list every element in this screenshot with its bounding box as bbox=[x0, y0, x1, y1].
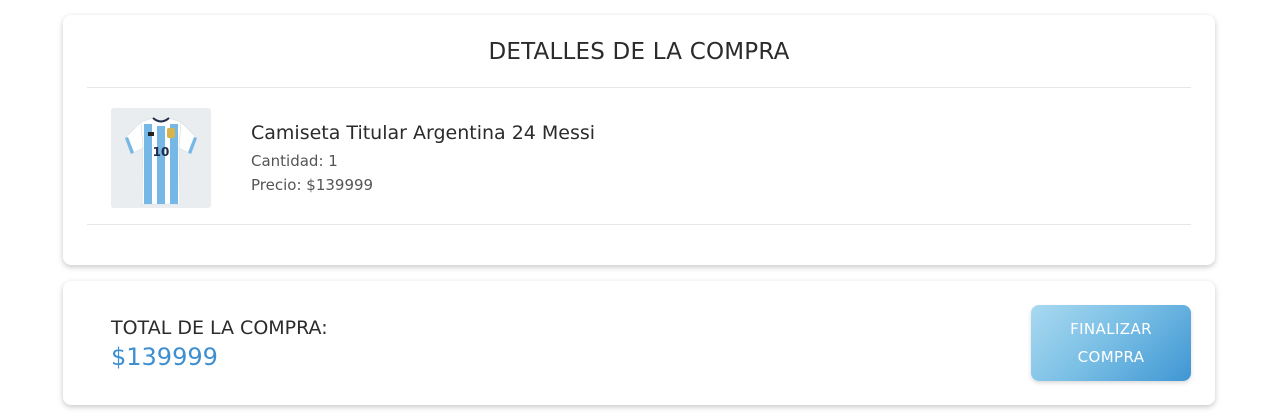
purchase-total-card: TOTAL DE LA COMPRA: $139999 FINALIZAR CO… bbox=[63, 281, 1215, 405]
purchase-details-title: DETALLES DE LA COMPRA bbox=[488, 39, 790, 65]
crest bbox=[167, 128, 175, 138]
divider bbox=[87, 87, 1191, 88]
product-name: Camiseta Titular Argentina 24 Messi bbox=[251, 122, 596, 144]
jersey-number: 10 bbox=[153, 145, 170, 159]
quantity-label: Cantidad: bbox=[251, 152, 324, 170]
total-value: $139999 bbox=[111, 343, 218, 371]
product-quantity: Cantidad: 1 bbox=[251, 152, 338, 170]
finalize-purchase-button[interactable]: FINALIZAR COMPRA bbox=[1031, 305, 1191, 381]
product-price: Precio: $139999 bbox=[251, 176, 373, 194]
divider bbox=[87, 224, 1191, 225]
price-value: $139999 bbox=[306, 176, 374, 194]
argentina-jersey-image: 10 bbox=[111, 108, 211, 208]
brand-logo bbox=[148, 132, 154, 136]
total-label: TOTAL DE LA COMPRA: bbox=[111, 317, 328, 339]
purchase-details-card: DETALLES DE LA COMPRA 10 Camiseta Titula… bbox=[63, 15, 1215, 265]
jersey-icon: 10 bbox=[124, 117, 198, 205]
quantity-value: 1 bbox=[328, 152, 338, 170]
price-label: Precio: bbox=[251, 176, 302, 194]
